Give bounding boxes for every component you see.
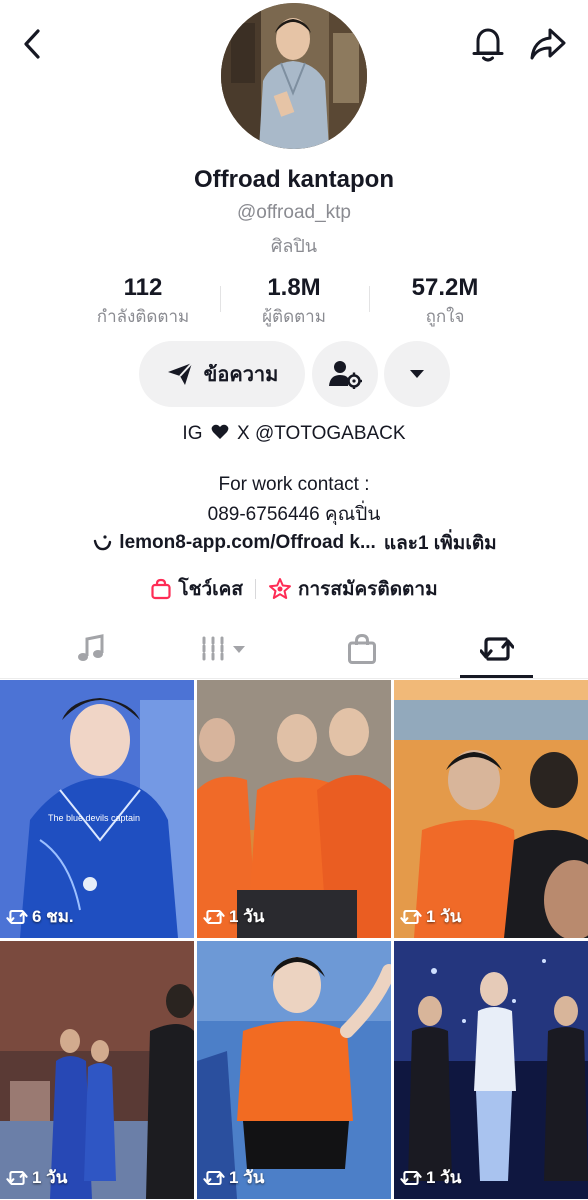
share-button[interactable] [526, 24, 570, 64]
caret-down-icon [410, 370, 424, 378]
bell-icon [472, 28, 504, 62]
repost-icon [203, 909, 225, 924]
post-time-text: 1 วัน [32, 1168, 68, 1187]
bio-work-line: For work contact : [218, 474, 370, 495]
tab-shop[interactable] [288, 620, 435, 678]
username: @offroad_ktp [236, 202, 351, 223]
heart-icon [211, 424, 229, 439]
video-thumbnail[interactable]: 1 วัน [394, 680, 588, 938]
video-image [394, 941, 588, 1199]
send-icon [167, 362, 193, 385]
video-thumbnail[interactable]: 1 วัน [394, 941, 588, 1199]
subscription-label: การสมัครติดตาม [297, 579, 438, 600]
avatar-photo [221, 3, 367, 149]
star-badge-icon [268, 578, 291, 599]
post-time: 1 วัน [203, 903, 264, 930]
post-time: 1 วัน [6, 1164, 67, 1191]
tab-active-indicator [460, 675, 533, 678]
chevron-left-icon [24, 29, 40, 59]
stat-value: 1.8M [267, 274, 321, 301]
stats-row: 112 กำลังติดตาม 1.8M ผู้ติดตาม 57.2M ถูก… [0, 274, 588, 328]
stat-label: ผู้ติดตาม [262, 307, 326, 326]
repost-icon [400, 909, 422, 924]
share-arrow-icon [530, 28, 566, 60]
action-buttons: ข้อความ [0, 341, 588, 407]
more-options-button[interactable] [384, 341, 450, 407]
stat-followers[interactable]: 1.8M ผู้ติดตาม [214, 274, 374, 330]
stat-value: 57.2M [411, 274, 479, 301]
repost-icon [400, 1170, 422, 1185]
music-note-icon [77, 634, 103, 661]
display-name: Offroad kantapon [193, 166, 394, 193]
shop-divider [254, 579, 256, 599]
video-image [0, 941, 194, 1199]
stat-label: ถูกใจ [425, 307, 465, 326]
link-text: lemon8-app.com/Offroad k... [119, 532, 376, 553]
bio-link[interactable]: lemon8-app.com/Offroad k... และ1 เพิ่มเต… [0, 528, 588, 558]
post-time: 1 วัน [203, 1164, 264, 1191]
shopping-bag-icon [347, 633, 376, 664]
notification-button[interactable] [468, 24, 508, 64]
shopping-bag-icon [151, 578, 171, 600]
post-time: 1 วัน [400, 1164, 461, 1191]
bio-ig-text: IG [182, 423, 203, 444]
repost-icon [6, 909, 28, 924]
shop-row: โชว์เคส การสมัครติดตาม [0, 574, 588, 604]
post-time-text: 1 วัน [229, 907, 265, 926]
post-time-text: 6 ชม. [32, 907, 74, 926]
video-thumbnail[interactable]: 1 วัน [197, 941, 391, 1199]
profile-category: ศิลปิน [270, 236, 318, 256]
avatar[interactable] [221, 3, 367, 149]
post-time: 1 วัน [400, 903, 461, 930]
stat-following[interactable]: 112 กำลังติดตาม [63, 274, 223, 330]
stat-value: 112 [123, 274, 163, 301]
friend-settings-button[interactable] [312, 341, 378, 407]
tab-music[interactable] [17, 620, 164, 678]
video-thumbnail[interactable]: 1 วัน [0, 941, 194, 1199]
grid-columns-icon [202, 636, 245, 662]
link-icon [94, 535, 112, 551]
subscription-link[interactable]: การสมัครติดตาม [268, 574, 438, 604]
tab-videos[interactable] [150, 620, 297, 678]
post-time-text: 1 วัน [426, 1168, 462, 1187]
video-caption: The blue devils captain [48, 813, 141, 823]
showcase-link[interactable]: โชว์เคส [150, 574, 243, 604]
video-thumbnail[interactable]: The blue devils captain 6 ชม. [0, 680, 194, 938]
bio-x-text: X @TOTOGABACK [237, 423, 406, 444]
bio-phone-line: 089-6756446 คุณปิ่น [207, 504, 381, 525]
content-tabs [0, 620, 588, 679]
video-image [197, 680, 391, 938]
post-time: 6 ชม. [6, 903, 74, 930]
bio-social-line: IG X @TOTOGABACK [0, 423, 588, 445]
post-time-text: 1 วัน [229, 1168, 265, 1187]
stat-label: กำลังติดตาม [96, 307, 190, 326]
video-image [394, 680, 588, 938]
message-label: ข้อความ [203, 364, 279, 386]
repost-icon [6, 1170, 28, 1185]
video-grid: The blue devils captain 6 ชม. 1 วัน 1 วั… [0, 680, 588, 1200]
message-button[interactable]: ข้อความ [139, 341, 305, 407]
video-thumbnail[interactable]: 1 วัน [197, 680, 391, 938]
showcase-label: โชว์เคส [178, 579, 243, 600]
video-image [0, 680, 194, 938]
stat-likes[interactable]: 57.2M ถูกใจ [365, 274, 525, 330]
repost-icon [203, 1170, 225, 1185]
link-more-text: และ1 เพิ่มเติม [383, 533, 497, 554]
user-settings-icon [329, 361, 362, 389]
repost-icon [479, 637, 514, 661]
video-image [197, 941, 391, 1199]
post-time-text: 1 วัน [426, 907, 462, 926]
back-button[interactable] [14, 26, 50, 62]
tab-reposts[interactable] [423, 620, 570, 678]
